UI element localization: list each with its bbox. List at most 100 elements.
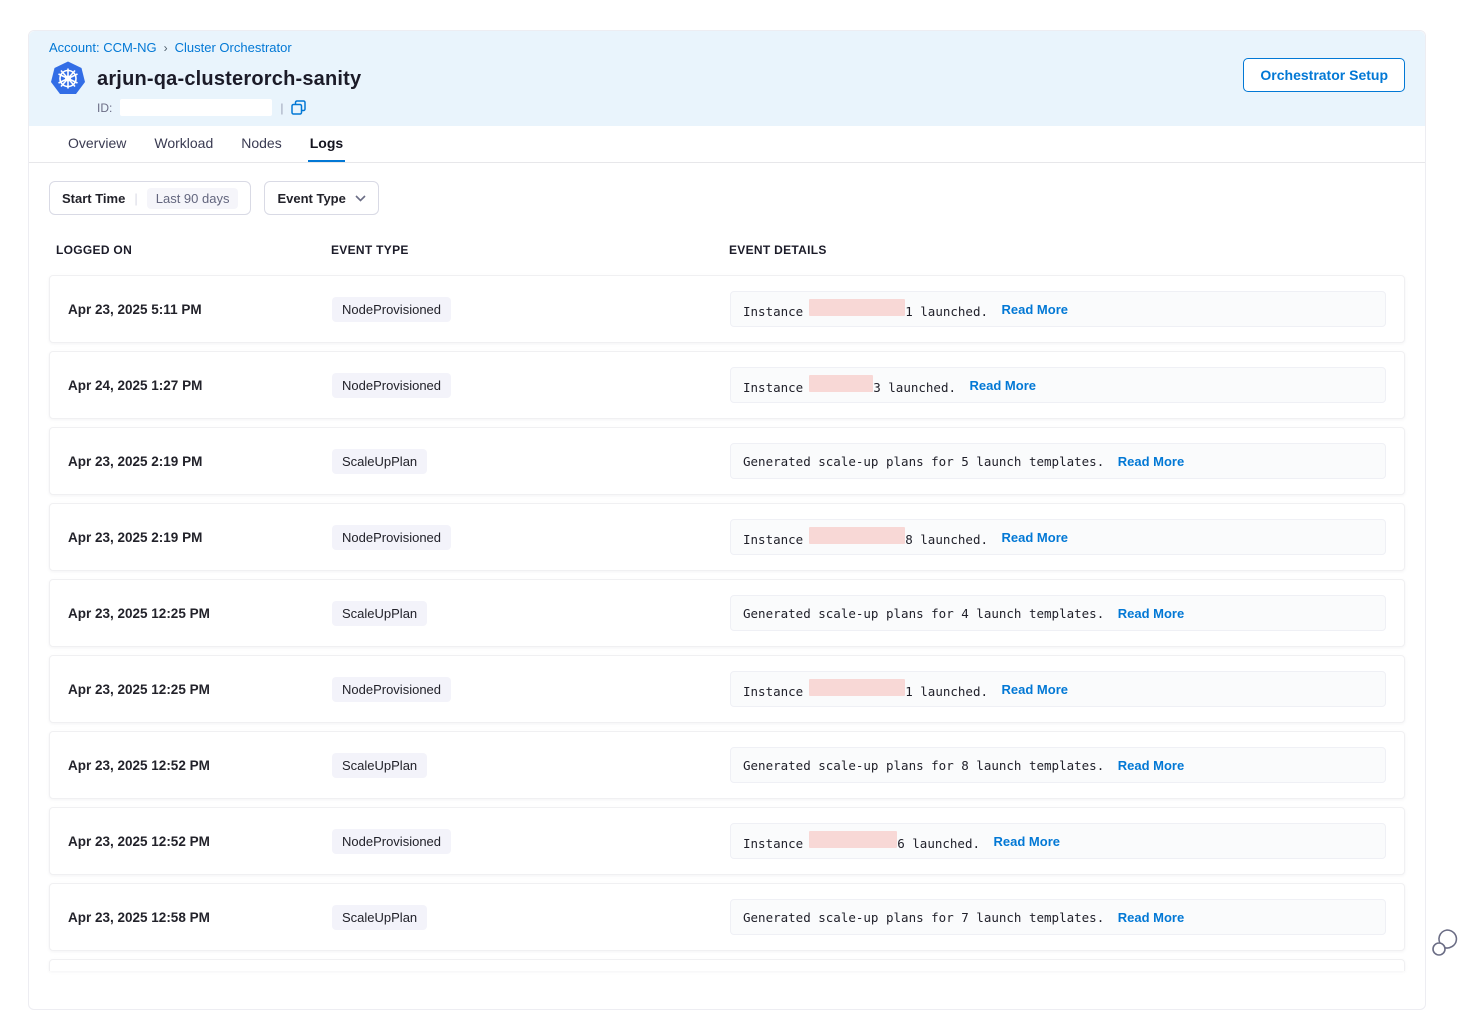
event-detail-box: Instance 1 launched. Read More bbox=[730, 671, 1386, 707]
event-detail-box: Instance 6 launched. Read More bbox=[730, 823, 1386, 859]
event-detail-text: Instance 3 launched. bbox=[743, 375, 964, 395]
id-separator: | bbox=[280, 101, 283, 115]
logged-on-value: Apr 23, 2025 12:58 PM bbox=[68, 910, 332, 925]
log-row: Apr 23, 2025 12:52 PM ScaleUpPlan Genera… bbox=[49, 731, 1405, 799]
event-detail-text: Generated scale-up plans for 8 launch te… bbox=[743, 758, 1112, 773]
log-row: Apr 23, 2025 12:58 PM ScaleUpPlan Genera… bbox=[49, 883, 1405, 951]
log-row: Apr 23, 2025 12:25 PM ScaleUpPlan Genera… bbox=[49, 579, 1405, 647]
tab-label: Workload bbox=[154, 135, 213, 151]
event-detail-box: Instance 8 launched. Read More bbox=[730, 519, 1386, 555]
id-label: ID: bbox=[97, 101, 112, 115]
redacted-instance-id bbox=[809, 299, 905, 316]
logged-on-value: Apr 23, 2025 12:52 PM bbox=[68, 834, 332, 849]
chevron-down-icon bbox=[355, 195, 366, 202]
start-time-label: Start Time bbox=[62, 191, 125, 206]
detail-suffix: 1 launched. bbox=[905, 684, 995, 699]
cluster-id-redacted bbox=[120, 99, 272, 116]
tab-overview[interactable]: Overview bbox=[66, 126, 128, 162]
logged-on-value: Apr 23, 2025 12:25 PM bbox=[68, 682, 332, 697]
read-more-link[interactable]: Read More bbox=[1118, 606, 1184, 621]
event-type-badge: NodeProvisioned bbox=[332, 297, 451, 322]
read-more-link[interactable]: Read More bbox=[970, 378, 1036, 393]
logged-on-value: Apr 24, 2025 1:27 PM bbox=[68, 378, 332, 393]
cluster-id-row: ID: | bbox=[97, 99, 1405, 116]
event-type-badge: ScaleUpPlan bbox=[332, 753, 427, 778]
logged-on-value: Apr 23, 2025 12:52 PM bbox=[68, 758, 332, 773]
tab-nodes[interactable]: Nodes bbox=[239, 126, 283, 162]
breadcrumb-cluster-orchestrator-link[interactable]: Cluster Orchestrator bbox=[175, 40, 292, 55]
kubernetes-icon bbox=[49, 60, 87, 98]
detail-suffix: 6 launched. bbox=[897, 836, 987, 851]
event-detail-text: Instance 1 launched. bbox=[743, 679, 996, 699]
detail-prefix: Instance bbox=[743, 380, 803, 395]
read-more-link[interactable]: Read More bbox=[1118, 910, 1184, 925]
detail-prefix: Instance bbox=[743, 684, 803, 699]
log-row: Apr 24, 2025 1:27 PM NodeProvisioned Ins… bbox=[49, 351, 1405, 419]
tab-label: Nodes bbox=[241, 135, 281, 151]
event-detail-box: Instance 3 launched. Read More bbox=[730, 367, 1386, 403]
column-logged-on: LOGGED ON bbox=[56, 243, 331, 257]
cluster-orchestrator-page: Account: CCM-NG › Cluster Orchestrator a… bbox=[28, 30, 1426, 1010]
redacted-instance-id bbox=[809, 527, 905, 544]
copy-icon[interactable] bbox=[291, 100, 306, 115]
breadcrumb-account-link[interactable]: Account: CCM-NG bbox=[49, 40, 157, 55]
event-type-filter[interactable]: Event Type bbox=[264, 181, 378, 215]
orchestrator-setup-button[interactable]: Orchestrator Setup bbox=[1243, 58, 1405, 92]
event-detail-box: Generated scale-up plans for 4 launch te… bbox=[730, 595, 1386, 631]
logged-on-value: Apr 23, 2025 2:19 PM bbox=[68, 454, 332, 469]
breadcrumb: Account: CCM-NG › Cluster Orchestrator bbox=[49, 40, 1405, 55]
log-row: Apr 23, 2025 5:11 PM NodeProvisioned Ins… bbox=[49, 275, 1405, 343]
tab-label: Logs bbox=[310, 135, 343, 151]
page-header: Account: CCM-NG › Cluster Orchestrator a… bbox=[29, 31, 1425, 126]
event-type-badge: NodeProvisioned bbox=[332, 677, 451, 702]
event-detail-box: Instance 1 launched. Read More bbox=[730, 291, 1386, 327]
chat-bubbles-icon[interactable] bbox=[1430, 926, 1460, 958]
read-more-link[interactable]: Read More bbox=[1118, 758, 1184, 773]
read-more-link[interactable]: Read More bbox=[994, 834, 1060, 849]
breadcrumb-separator: › bbox=[164, 41, 168, 55]
event-detail-text: Generated scale-up plans for 4 launch te… bbox=[743, 606, 1112, 621]
redacted-instance-id bbox=[809, 679, 905, 696]
event-detail-text: Instance 6 launched. bbox=[743, 831, 988, 851]
tab-workload[interactable]: Workload bbox=[152, 126, 215, 162]
detail-prefix: Instance bbox=[743, 532, 803, 547]
read-more-link[interactable]: Read More bbox=[1002, 682, 1068, 697]
filter-divider: | bbox=[134, 191, 137, 206]
logged-on-value: Apr 23, 2025 5:11 PM bbox=[68, 302, 332, 317]
read-more-link[interactable]: Read More bbox=[1118, 454, 1184, 469]
column-event-type: EVENT TYPE bbox=[331, 243, 729, 257]
event-detail-text: Instance 8 launched. bbox=[743, 527, 996, 547]
event-type-badge: ScaleUpPlan bbox=[332, 601, 427, 626]
event-detail-text: Generated scale-up plans for 5 launch te… bbox=[743, 454, 1112, 469]
log-row: Apr 23, 2025 12:25 PM NodeProvisioned In… bbox=[49, 655, 1405, 723]
event-type-badge: NodeProvisioned bbox=[332, 829, 451, 854]
event-detail-box: Generated scale-up plans for 7 launch te… bbox=[730, 899, 1386, 935]
detail-suffix: 3 launched. bbox=[873, 380, 963, 395]
read-more-link[interactable]: Read More bbox=[1002, 302, 1068, 317]
start-time-filter[interactable]: Start Time | Last 90 days bbox=[49, 181, 251, 215]
tab-label: Overview bbox=[68, 135, 126, 151]
event-detail-box: Generated scale-up plans for 8 launch te… bbox=[730, 747, 1386, 783]
event-type-badge: ScaleUpPlan bbox=[332, 905, 427, 930]
filter-bar: Start Time | Last 90 days Event Type bbox=[49, 181, 1405, 215]
redacted-instance-id bbox=[809, 831, 897, 848]
read-more-link[interactable]: Read More bbox=[1002, 530, 1068, 545]
detail-suffix: 8 launched. bbox=[905, 532, 995, 547]
title-row: arjun-qa-clusterorch-sanity bbox=[49, 60, 1405, 98]
detail-prefix: Instance bbox=[743, 304, 803, 319]
logged-on-value: Apr 23, 2025 12:25 PM bbox=[68, 606, 332, 621]
log-table-header: LOGGED ON EVENT TYPE EVENT DETAILS bbox=[49, 243, 1405, 257]
column-event-details: EVENT DETAILS bbox=[729, 243, 1387, 257]
event-type-badge: NodeProvisioned bbox=[332, 373, 451, 398]
event-detail-text: Generated scale-up plans for 7 launch te… bbox=[743, 910, 1112, 925]
logs-content: Start Time | Last 90 days Event Type LOG… bbox=[29, 163, 1425, 971]
tab-bar: Overview Workload Nodes Logs bbox=[29, 126, 1425, 163]
event-type-badge: ScaleUpPlan bbox=[332, 449, 427, 474]
event-type-badge: NodeProvisioned bbox=[332, 525, 451, 550]
page-title: arjun-qa-clusterorch-sanity bbox=[97, 68, 361, 91]
tab-logs[interactable]: Logs bbox=[308, 126, 345, 162]
log-row: Apr 23, 2025 2:19 PM NodeProvisioned Ins… bbox=[49, 503, 1405, 571]
detail-prefix: Instance bbox=[743, 836, 803, 851]
detail-suffix: 1 launched. bbox=[905, 304, 995, 319]
event-detail-box: Generated scale-up plans for 5 launch te… bbox=[730, 443, 1386, 479]
